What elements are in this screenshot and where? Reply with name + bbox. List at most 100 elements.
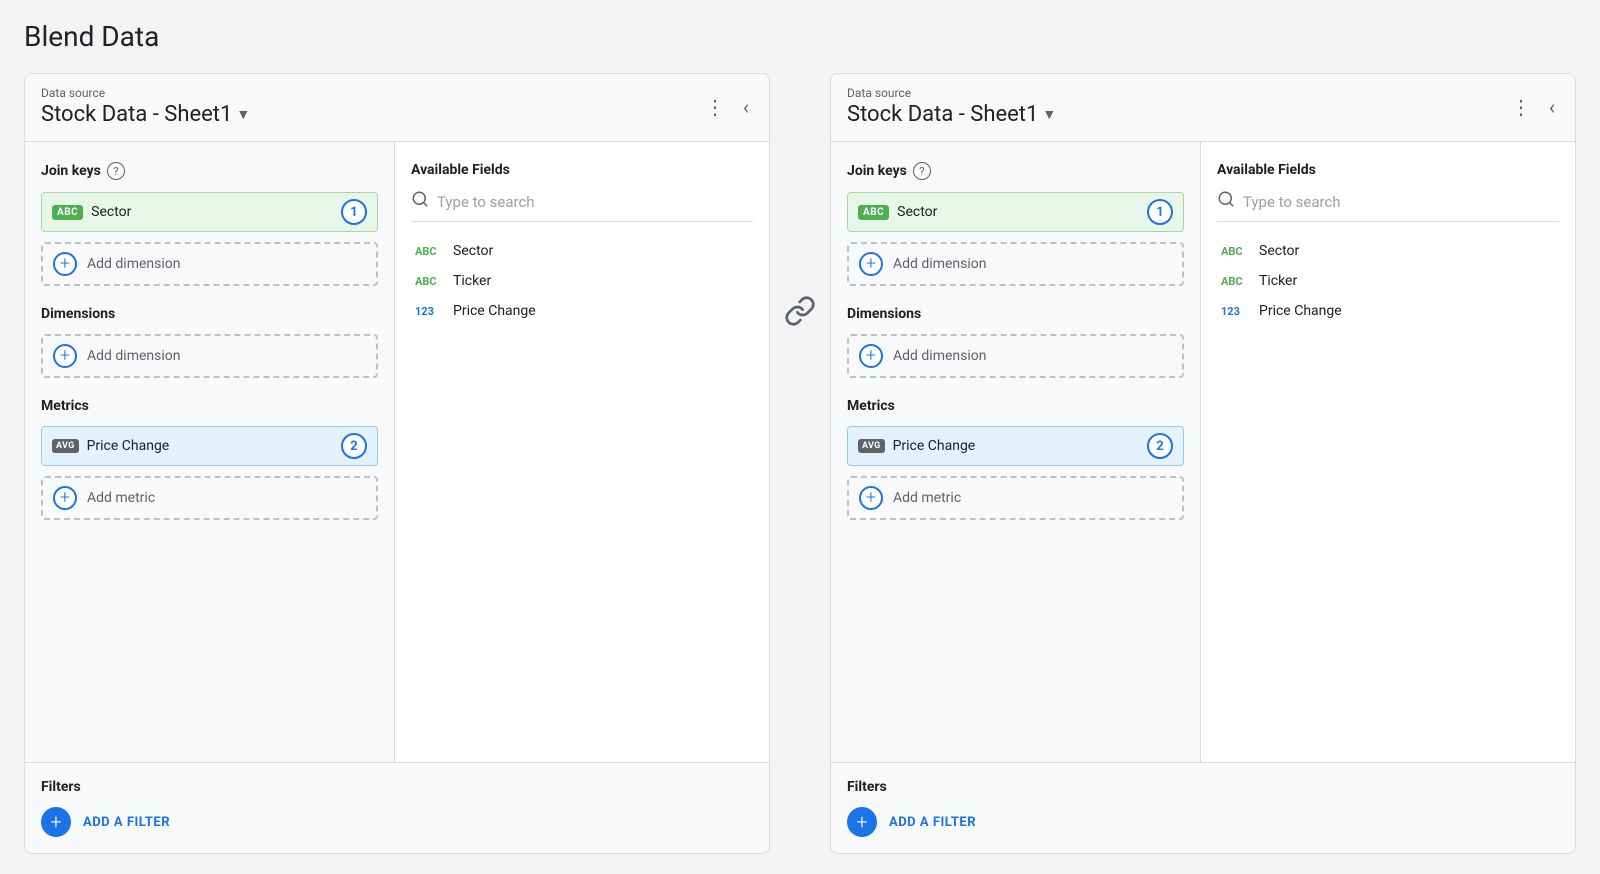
left-field-sector-name: Sector [453, 243, 493, 259]
right-filters-section: Filters + ADD A FILTER [831, 762, 1575, 853]
left-panel: Data source Stock Data - Sheet1 ▼ ⋮ ‹ Jo… [24, 73, 770, 854]
left-add-filter-plus-icon[interactable]: + [41, 807, 71, 837]
left-data-source-label: Data source [41, 86, 250, 100]
page-title: Blend Data [24, 20, 1576, 53]
left-panel-header-left: Data source Stock Data - Sheet1 ▼ [41, 86, 250, 127]
right-field-price-change[interactable]: 123 Price Change [1217, 296, 1559, 326]
left-panel-header: Data source Stock Data - Sheet1 ▼ ⋮ ‹ [25, 74, 769, 142]
right-config-pane: Join keys ? ABC Sector 1 + Add dimension [831, 142, 1201, 762]
right-search-input[interactable]: Type to search [1243, 193, 1559, 211]
left-more-options-icon[interactable]: ⋮ [705, 95, 727, 119]
left-add-metric-btn[interactable]: + Add metric [41, 476, 378, 520]
left-collapse-icon[interactable]: ‹ [739, 93, 753, 121]
right-available-fields-title: Available Fields [1217, 162, 1559, 178]
right-metrics-section: Metrics AVG Price Change 2 + Add metric [847, 398, 1184, 520]
left-field-price-change[interactable]: 123 Price Change [411, 296, 753, 326]
left-join-key-row[interactable]: ABC Sector 1 [41, 192, 378, 232]
left-panel-body: Join keys ? ABC Sector 1 + Add dimension [25, 142, 769, 762]
left-dimensions-title: Dimensions [41, 306, 378, 322]
left-metrics-title: Metrics [41, 398, 378, 414]
right-field-sector-type: ABC [1221, 245, 1249, 258]
left-add-join-dimension-btn[interactable]: + Add dimension [41, 242, 378, 286]
left-filters-title: Filters [41, 779, 753, 795]
link-connector [770, 295, 830, 333]
right-panel: Data source Stock Data - Sheet1 ▼ ⋮ ‹ Jo… [830, 73, 1576, 854]
right-panel-header: Data source Stock Data - Sheet1 ▼ ⋮ ‹ [831, 74, 1575, 142]
left-join-key-label: Sector [91, 204, 333, 220]
left-field-ticker-type: ABC [415, 275, 443, 288]
right-panel-header-left: Data source Stock Data - Sheet1 ▼ [847, 86, 1056, 127]
left-add-filter-label[interactable]: ADD A FILTER [83, 815, 170, 830]
right-add-join-dimension-plus-icon: + [859, 252, 883, 276]
left-field-ticker[interactable]: ABC Ticker [411, 266, 753, 296]
left-search-input[interactable]: Type to search [437, 193, 753, 211]
right-add-filter-plus-icon[interactable]: + [847, 807, 877, 837]
left-field-sector[interactable]: ABC Sector [411, 236, 753, 266]
right-join-key-badge: 1 [1147, 199, 1173, 225]
left-dimensions-section: Dimensions + Add dimension [41, 306, 378, 378]
right-join-keys-title: Join keys ? [847, 162, 1184, 180]
left-dropdown-arrow-icon[interactable]: ▼ [236, 106, 250, 123]
left-join-keys-section: Join keys ? ABC Sector 1 + Add dimension [41, 162, 378, 286]
right-filters-title: Filters [847, 779, 1559, 795]
right-field-ticker[interactable]: ABC Ticker [1217, 266, 1559, 296]
left-metric-row[interactable]: AVG Price Change 2 [41, 426, 378, 466]
right-dimensions-title: Dimensions [847, 306, 1184, 322]
left-metric-type-badge: AVG [52, 439, 79, 453]
left-search-icon [411, 190, 429, 213]
right-metric-row[interactable]: AVG Price Change 2 [847, 426, 1184, 466]
right-metric-badge: 2 [1147, 433, 1173, 459]
right-collapse-icon[interactable]: ‹ [1545, 93, 1559, 121]
right-dimensions-section: Dimensions + Add dimension [847, 306, 1184, 378]
right-join-keys-help-icon[interactable]: ? [913, 162, 931, 180]
right-add-dimension-btn[interactable]: + Add dimension [847, 334, 1184, 378]
left-available-fields-pane: Available Fields Type to search ABC Sect… [395, 142, 769, 762]
right-field-ticker-name: Ticker [1259, 273, 1297, 289]
left-join-keys-title: Join keys ? [41, 162, 378, 180]
right-more-options-icon[interactable]: ⋮ [1511, 95, 1533, 119]
left-add-join-dimension-plus-icon: + [53, 252, 77, 276]
left-join-key-type-badge: ABC [52, 205, 83, 220]
right-data-source-name[interactable]: Stock Data - Sheet1 ▼ [847, 102, 1056, 127]
right-add-metric-btn[interactable]: + Add metric [847, 476, 1184, 520]
left-metrics-section: Metrics AVG Price Change 2 + Add metric [41, 398, 378, 520]
left-field-ticker-name: Ticker [453, 273, 491, 289]
right-field-ticker-type: ABC [1221, 275, 1249, 288]
left-join-keys-help-icon[interactable]: ? [107, 162, 125, 180]
right-search-icon [1217, 190, 1235, 213]
right-panel-body: Join keys ? ABC Sector 1 + Add dimension [831, 142, 1575, 762]
right-field-sector[interactable]: ABC Sector [1217, 236, 1559, 266]
left-metric-badge: 2 [341, 433, 367, 459]
left-add-filter-row: + ADD A FILTER [41, 807, 753, 837]
left-add-dimension-plus-icon: + [53, 344, 77, 368]
left-field-price-change-name: Price Change [453, 303, 536, 319]
panels-container: Data source Stock Data - Sheet1 ▼ ⋮ ‹ Jo… [24, 73, 1576, 854]
left-add-dimension-btn[interactable]: + Add dimension [41, 334, 378, 378]
right-dropdown-arrow-icon[interactable]: ▼ [1042, 106, 1056, 123]
right-add-filter-label[interactable]: ADD A FILTER [889, 815, 976, 830]
right-field-sector-name: Sector [1259, 243, 1299, 259]
right-join-key-row[interactable]: ABC Sector 1 [847, 192, 1184, 232]
right-search-row: Type to search [1217, 190, 1559, 222]
right-join-keys-section: Join keys ? ABC Sector 1 + Add dimension [847, 162, 1184, 286]
right-metric-type-badge: AVG [858, 439, 885, 453]
left-field-price-change-type: 123 [415, 305, 443, 318]
right-add-filter-row: + ADD A FILTER [847, 807, 1559, 837]
left-search-row: Type to search [411, 190, 753, 222]
right-add-join-dimension-btn[interactable]: + Add dimension [847, 242, 1184, 286]
right-field-price-change-name: Price Change [1259, 303, 1342, 319]
right-field-price-change-type: 123 [1221, 305, 1249, 318]
right-panel-header-right: ⋮ ‹ [1511, 93, 1559, 121]
right-data-source-label: Data source [847, 86, 1056, 100]
right-add-metric-plus-icon: + [859, 486, 883, 510]
left-data-source-name[interactable]: Stock Data - Sheet1 ▼ [41, 102, 250, 127]
link-icon [784, 295, 816, 333]
right-metric-label: Price Change [893, 438, 1139, 454]
right-join-key-type-badge: ABC [858, 205, 889, 220]
left-filters-section: Filters + ADD A FILTER [25, 762, 769, 853]
right-join-key-label: Sector [897, 204, 1139, 220]
left-available-fields-title: Available Fields [411, 162, 753, 178]
left-metric-label: Price Change [87, 438, 333, 454]
left-panel-header-right: ⋮ ‹ [705, 93, 753, 121]
left-add-metric-plus-icon: + [53, 486, 77, 510]
